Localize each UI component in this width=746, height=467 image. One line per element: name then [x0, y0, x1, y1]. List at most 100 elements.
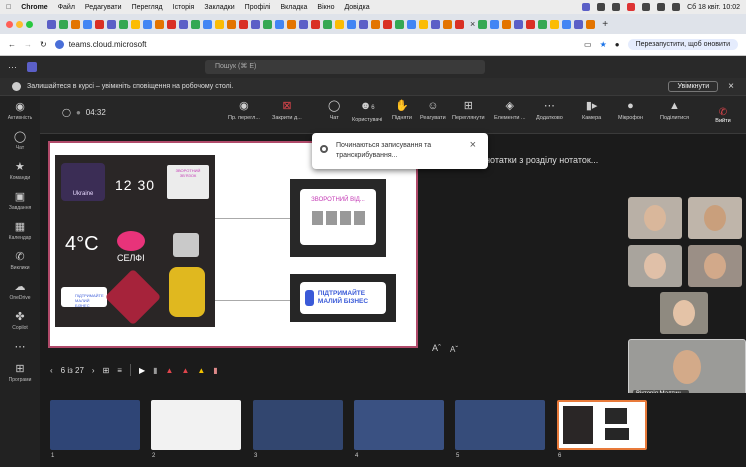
leave-button[interactable]: ✆ Вийти: [708, 102, 738, 128]
eraser-icon[interactable]: ▮: [213, 366, 217, 375]
tab-favicon[interactable]: [431, 19, 440, 29]
tab-favicon[interactable]: [490, 19, 500, 29]
tab-favicon[interactable]: [215, 19, 224, 29]
red-marker-icon[interactable]: ▲: [181, 366, 189, 375]
new-tab-icon[interactable]: +: [602, 19, 608, 30]
menu-bookmarks[interactable]: Закладки: [204, 4, 234, 11]
menu-clock[interactable]: Сб 18 квіт. 10:02: [687, 4, 740, 11]
font-size-increase-icon[interactable]: Aˆ: [432, 343, 441, 353]
more-button[interactable]: ⋯ Додатково: [536, 100, 563, 121]
tab-favicon[interactable]: [191, 19, 200, 29]
rail-calendar[interactable]: ▦ Календар: [9, 222, 32, 242]
wifi-icon[interactable]: [657, 3, 666, 11]
rail-tasks[interactable]: ▣ Завдання: [9, 192, 31, 212]
tab-favicon[interactable]: [502, 19, 512, 29]
tab-favicon[interactable]: [143, 19, 152, 29]
restart-to-update-button[interactable]: Перезапустити, щоб оновити: [627, 39, 738, 50]
tab-favicon[interactable]: [538, 19, 548, 29]
tab-favicon[interactable]: [263, 19, 272, 29]
tab-favicon[interactable]: [47, 19, 56, 29]
tab-favicon[interactable]: [179, 19, 188, 29]
previous-slide-icon[interactable]: ‹: [50, 366, 53, 375]
forward-icon[interactable]: →: [24, 40, 32, 49]
tab-favicon[interactable]: [251, 19, 260, 29]
microphone-button[interactable]: ● Мікрофон: [618, 100, 643, 121]
close-icon[interactable]: ×: [470, 139, 476, 151]
tab-favicon[interactable]: [407, 19, 416, 29]
red-pen-icon[interactable]: ▲: [166, 366, 174, 375]
next-slide-icon[interactable]: ›: [92, 366, 95, 375]
tab-favicon[interactable]: [347, 19, 356, 29]
status-icon[interactable]: [642, 3, 651, 11]
camera-button[interactable]: ▮▸ Камера: [582, 100, 601, 121]
tab-favicon[interactable]: [287, 19, 296, 29]
slide-thumbnail[interactable]: [50, 400, 140, 450]
menu-window[interactable]: Вікно: [317, 4, 334, 11]
share-button[interactable]: ▲ Поділитися: [660, 100, 689, 121]
search-icon[interactable]: [672, 3, 681, 11]
tab-favicon[interactable]: [239, 19, 248, 29]
participant-tile[interactable]: [688, 197, 742, 239]
tab-favicon[interactable]: [514, 19, 524, 29]
tab-close-icon[interactable]: ×: [470, 19, 475, 29]
rail-more[interactable]: ⋯: [15, 342, 26, 353]
bookmark-star-icon[interactable]: ★: [600, 40, 607, 49]
participant-tile[interactable]: [628, 197, 682, 239]
status-icon[interactable]: [612, 3, 621, 11]
close-button[interactable]: ⊠ Закрити д...: [272, 100, 302, 121]
tab-favicon[interactable]: [59, 19, 68, 29]
slide-thumbnail[interactable]: [151, 400, 241, 450]
app-name[interactable]: Chrome: [21, 4, 47, 11]
url-field[interactable]: teams.cloud.microsoft: [54, 40, 147, 49]
search-input[interactable]: Пошук (⌘ E): [205, 60, 485, 74]
url-text[interactable]: teams.cloud.microsoft: [69, 40, 147, 49]
back-icon[interactable]: ←: [8, 40, 16, 49]
tab-favicon[interactable]: [574, 19, 584, 29]
preview-button[interactable]: ◉ Пр. перегл...: [228, 100, 260, 121]
elements-button[interactable]: ◈ Елементи ...: [494, 100, 526, 121]
status-icon[interactable]: [597, 3, 606, 11]
chat-button[interactable]: ◯ Чат: [328, 100, 340, 121]
enable-notifications-button[interactable]: Увімкнути: [668, 81, 719, 92]
react-button[interactable]: ☺ Реагувати: [420, 100, 446, 121]
pen-icon[interactable]: ▮: [153, 366, 157, 375]
tab-favicon[interactable]: [478, 19, 488, 29]
menu-help[interactable]: Довідка: [344, 4, 369, 11]
grid-view-icon[interactable]: ⊞: [103, 366, 110, 375]
rail-copilot[interactable]: ✤ Copilot: [12, 312, 28, 332]
menu-history[interactable]: Історія: [173, 4, 195, 11]
close-icon[interactable]: ×: [728, 81, 734, 92]
apple-icon[interactable]: : [6, 4, 11, 11]
rail-calls[interactable]: ✆ Виклики: [10, 252, 29, 272]
app-grid-icon[interactable]: ⋯: [8, 62, 17, 73]
status-icon[interactable]: [627, 3, 636, 11]
tab-favicon[interactable]: [586, 19, 596, 29]
close-window-icon[interactable]: [6, 20, 13, 28]
rail-apps[interactable]: ⊞ Програми: [9, 364, 32, 384]
tab-favicon[interactable]: [562, 19, 572, 29]
minimize-window-icon[interactable]: [16, 20, 23, 28]
people-button[interactable]: ☻6 Користувачі: [352, 100, 382, 123]
tab-favicon[interactable]: [227, 19, 236, 29]
menu-edit[interactable]: Редагувати: [85, 4, 122, 11]
menu-profiles[interactable]: Профілі: [245, 4, 271, 11]
slide-thumbnail[interactable]: [354, 400, 444, 450]
tab-favicon[interactable]: [455, 19, 464, 29]
font-size-decrease-icon[interactable]: Aˇ: [450, 345, 458, 354]
settings-icon[interactable]: ≡: [117, 366, 122, 375]
rail-teams[interactable]: ★ Команди: [10, 162, 30, 182]
pointer-icon[interactable]: ▶: [139, 366, 145, 375]
slide-thumbnail[interactable]: [253, 400, 343, 450]
rail-activity[interactable]: ◉ Активність: [8, 102, 33, 122]
tab-favicon[interactable]: [167, 19, 176, 29]
highlighter-icon[interactable]: ▲: [197, 366, 205, 375]
participant-tile[interactable]: [628, 245, 682, 287]
tab-favicon[interactable]: [203, 19, 212, 29]
tab-favicon[interactable]: [119, 19, 128, 29]
tab-favicon[interactable]: [550, 19, 560, 29]
status-icon[interactable]: [582, 3, 591, 11]
zoom-window-icon[interactable]: [26, 20, 33, 28]
menu-tab[interactable]: Вкладка: [280, 4, 307, 11]
tab-favicon[interactable]: [335, 19, 344, 29]
site-info-icon[interactable]: [54, 40, 64, 49]
